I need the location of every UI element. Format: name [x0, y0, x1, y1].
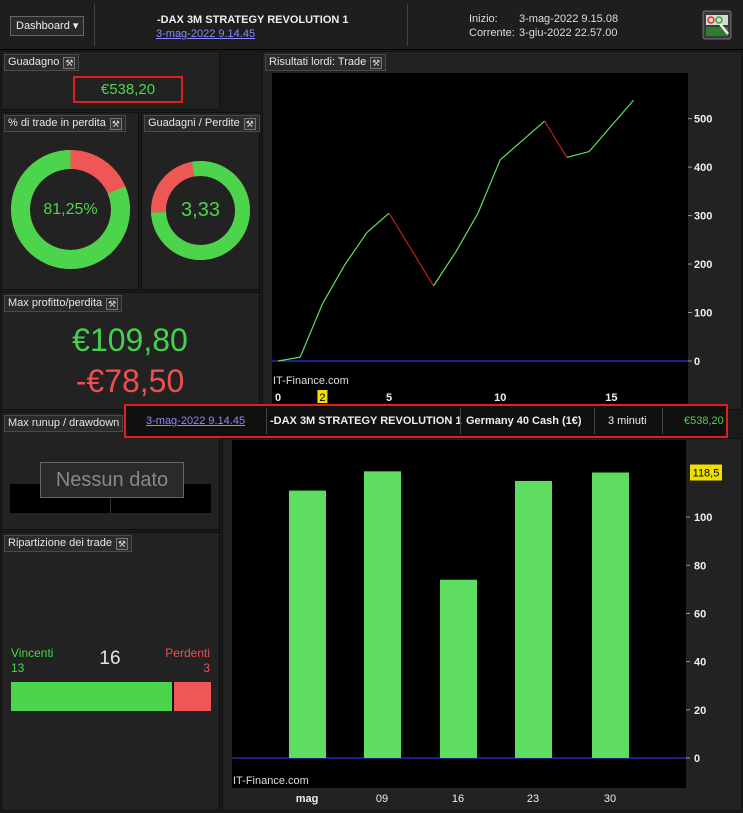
- y-tick-label: 20: [694, 705, 706, 717]
- x-tick-label: 5: [386, 392, 392, 404]
- y-tick-label: 80: [694, 560, 706, 572]
- y-tick-label: 60: [694, 608, 706, 620]
- bar: [289, 490, 326, 758]
- win-bar-fill: [11, 682, 174, 711]
- guadagno-value: €538,20: [73, 76, 183, 103]
- breakdown-title: Ripartizione dei trade ⚒: [4, 535, 132, 552]
- y-tick-label: 400: [694, 162, 712, 174]
- x-tick-label: 09: [376, 793, 388, 805]
- y-tick-label: 100: [694, 308, 712, 320]
- loss-pct-title: % di trade in perdita ⚒: [4, 115, 126, 132]
- max-loss-value: -€78,50: [75, 363, 185, 399]
- wrench-icon[interactable]: ⚒: [106, 297, 119, 310]
- dashboard-dropdown[interactable]: Dashboard ▾: [10, 16, 85, 36]
- x-tick-label: 23: [527, 793, 539, 805]
- chart-watermark: IT-Finance.com: [233, 775, 309, 787]
- x-tick-label: 30: [604, 793, 616, 805]
- x-tick-label: 16: [452, 793, 464, 805]
- current-value-label: 118,5: [693, 468, 720, 480]
- inizio-label: Inizio:: [469, 13, 498, 25]
- dashboard-label: Dashboard: [16, 20, 70, 32]
- x-tick-label: 0: [275, 392, 281, 404]
- bar: [592, 472, 629, 758]
- info-instrument: Germany 40 Cash (1€): [466, 415, 582, 427]
- wrench-icon[interactable]: ⚒: [63, 56, 76, 69]
- x-tick-label: 10: [494, 392, 506, 404]
- gain-loss-value: 3,33: [181, 199, 220, 221]
- info-timeframe: 3 minuti: [608, 415, 647, 427]
- wrench-icon[interactable]: ⚒: [109, 117, 122, 130]
- loss-label: Perdenti: [165, 646, 210, 660]
- win-label: Vincenti: [11, 646, 54, 660]
- gain-loss-title: Guadagni / Perdite ⚒: [144, 115, 260, 132]
- guadagno-title: Guadagno ⚒: [4, 54, 80, 71]
- divider: [407, 4, 408, 46]
- y-tick-label: 500: [694, 114, 712, 126]
- bar: [515, 480, 552, 758]
- total-trades: 16: [99, 648, 121, 669]
- corrente-value: 3-giu-2022 22.57.00: [519, 27, 618, 39]
- win-count: 13: [11, 661, 25, 675]
- runup-title: Max runup / drawdown: [4, 415, 124, 432]
- wrench-icon[interactable]: ⚒: [243, 117, 256, 130]
- loss-pct-value: 81,25%: [43, 201, 98, 218]
- y-tick-label: 0: [694, 356, 700, 368]
- strategy-name: -DAX 3M STRATEGY REVOLUTION 1: [157, 14, 349, 26]
- settings-icon[interactable]: [702, 10, 732, 40]
- monthly-bar-chart: 0 20 40 60 80 100 mag 09 16 23 30 118,5 IT-Finance.…: [232, 440, 722, 805]
- y-tick-label: 100: [694, 512, 712, 524]
- strategy-date-link[interactable]: 3-mag-2022 9.14.45: [156, 28, 255, 40]
- max-profit-value: €109,80: [72, 322, 188, 358]
- chevron-down-icon: ▾: [72, 20, 79, 32]
- strategy-info-strip: 3-mag-2022 9.14.45 -DAX 3M STRATEGY REVO…: [124, 404, 728, 438]
- chart-watermark: IT-Finance.com: [273, 375, 349, 387]
- info-gain: €538,20: [684, 415, 724, 427]
- info-strategy-name: -DAX 3M STRATEGY REVOLUTION 1: [270, 415, 462, 427]
- y-tick-label: 200: [694, 259, 712, 271]
- no-data-label: Nessun dato: [40, 462, 184, 498]
- loss-count: 3: [203, 661, 210, 675]
- y-tick-label: 300: [694, 211, 712, 223]
- wrench-icon[interactable]: ⚒: [115, 537, 128, 550]
- trade-result-line-chart: 0 100 200 300 400 500 0 5 10 15 2 IT-Finance.com: [272, 73, 712, 410]
- y-tick-label: 40: [694, 657, 706, 669]
- inizio-value: 3-mag-2022 9.15.08: [519, 13, 619, 25]
- plot-area: [272, 73, 688, 389]
- top-bar: Dashboard ▾ -DAX 3M STRATEGY REVOLUTION …: [0, 0, 743, 50]
- info-date-link[interactable]: 3-mag-2022 9.14.45: [146, 408, 245, 434]
- corrente-label: Corrente:: [469, 27, 515, 39]
- divider: [94, 4, 95, 46]
- current-marker-label: 2: [319, 392, 325, 404]
- breakdown-bar: [11, 682, 211, 711]
- x-tick-label: 15: [605, 392, 617, 404]
- y-tick-label: 0: [694, 753, 700, 765]
- bar: [440, 579, 477, 758]
- x-tick-label: mag: [296, 793, 319, 805]
- max-profit-title: Max profitto/perdita ⚒: [4, 295, 123, 312]
- bar: [364, 471, 401, 758]
